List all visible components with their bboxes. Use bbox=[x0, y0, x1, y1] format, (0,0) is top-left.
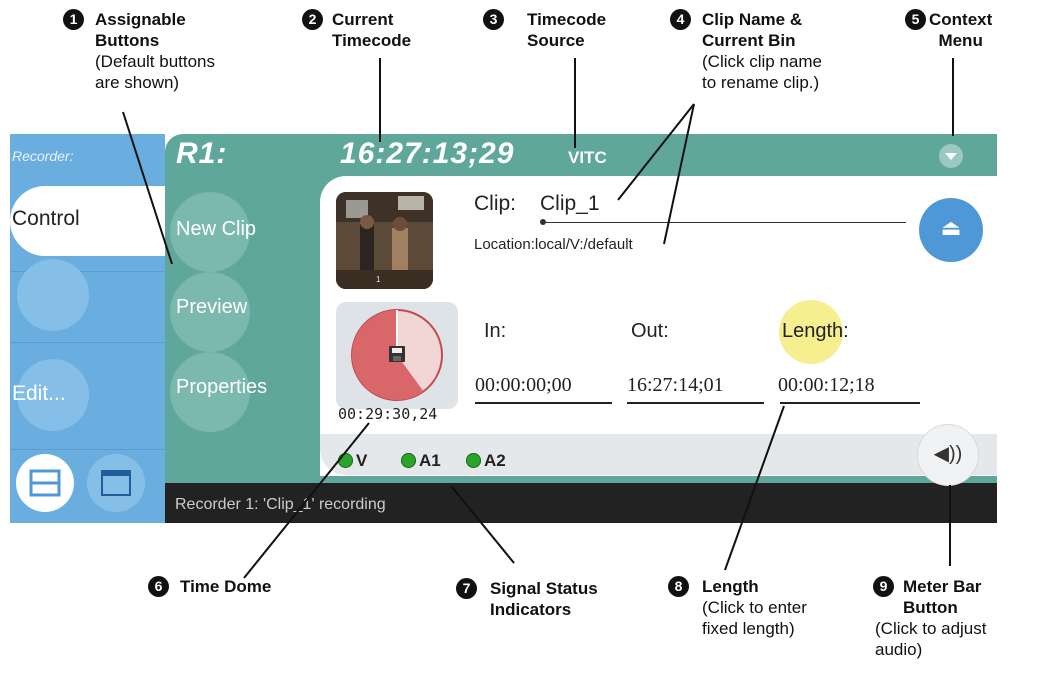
callout-leader-lines bbox=[122, 58, 954, 579]
